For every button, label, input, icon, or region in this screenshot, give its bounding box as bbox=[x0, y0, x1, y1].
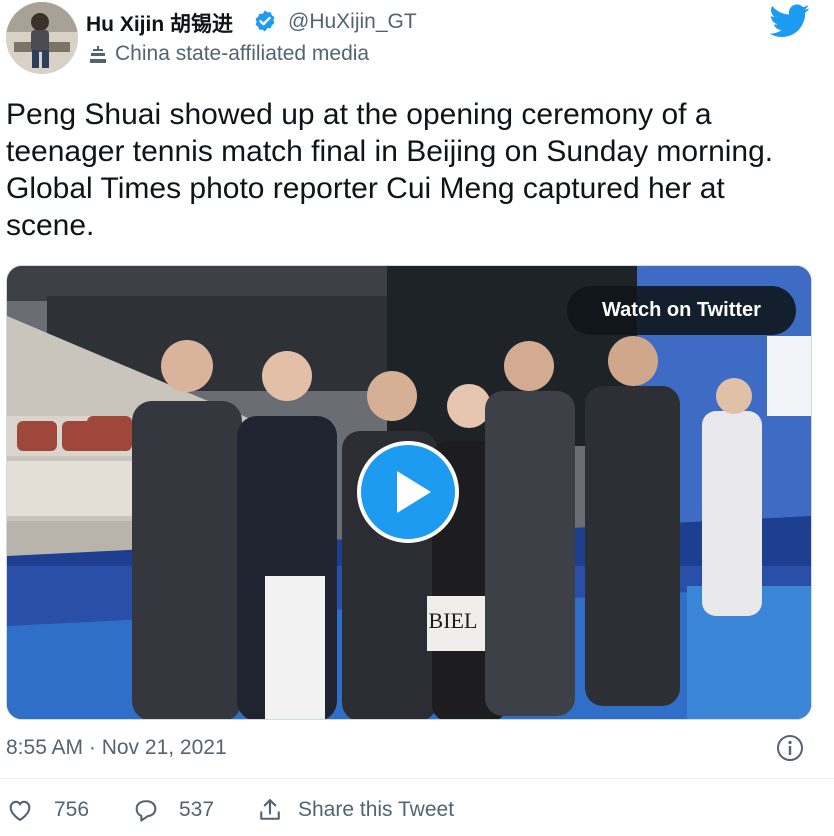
reply-action[interactable]: 537 bbox=[132, 794, 232, 828]
author-handle[interactable]: @HuXijin_GT bbox=[288, 10, 417, 34]
affiliation-label[interactable]: China state-affiliated media bbox=[115, 42, 369, 66]
like-count: 756 bbox=[54, 798, 90, 821]
verified-badge-icon bbox=[255, 10, 275, 32]
tweet-text: Peng Shuai showed up at the opening cere… bbox=[6, 98, 774, 242]
avatar[interactable] bbox=[6, 2, 78, 74]
share-icon bbox=[260, 799, 280, 820]
divider bbox=[0, 778, 834, 779]
twitter-bird-icon[interactable] bbox=[770, 4, 810, 38]
tweet-timestamp[interactable]: 8:55 AM · Nov 21, 2021 bbox=[6, 736, 227, 760]
share-action[interactable]: Share this Tweet bbox=[256, 794, 486, 828]
watch-on-twitter-label: Watch on Twitter bbox=[602, 299, 761, 321]
watch-on-twitter-button[interactable]: Watch on Twitter bbox=[567, 286, 796, 335]
heart-icon bbox=[9, 800, 31, 822]
jacket-print-text: BIEL bbox=[429, 608, 478, 633]
play-icon bbox=[397, 471, 431, 513]
state-media-icon bbox=[90, 46, 106, 63]
avatar-photo bbox=[6, 2, 78, 74]
info-icon[interactable] bbox=[776, 734, 804, 762]
like-action[interactable]: 756 bbox=[6, 794, 106, 828]
play-button[interactable] bbox=[357, 441, 459, 543]
video-player[interactable]: BIEL Watch on Twitter bbox=[6, 265, 812, 720]
reply-bubble-icon bbox=[135, 800, 157, 822]
author-name[interactable]: Hu Xijin 胡锡进 bbox=[86, 8, 233, 38]
reply-count: 537 bbox=[179, 798, 215, 821]
share-label: Share this Tweet bbox=[298, 798, 455, 821]
